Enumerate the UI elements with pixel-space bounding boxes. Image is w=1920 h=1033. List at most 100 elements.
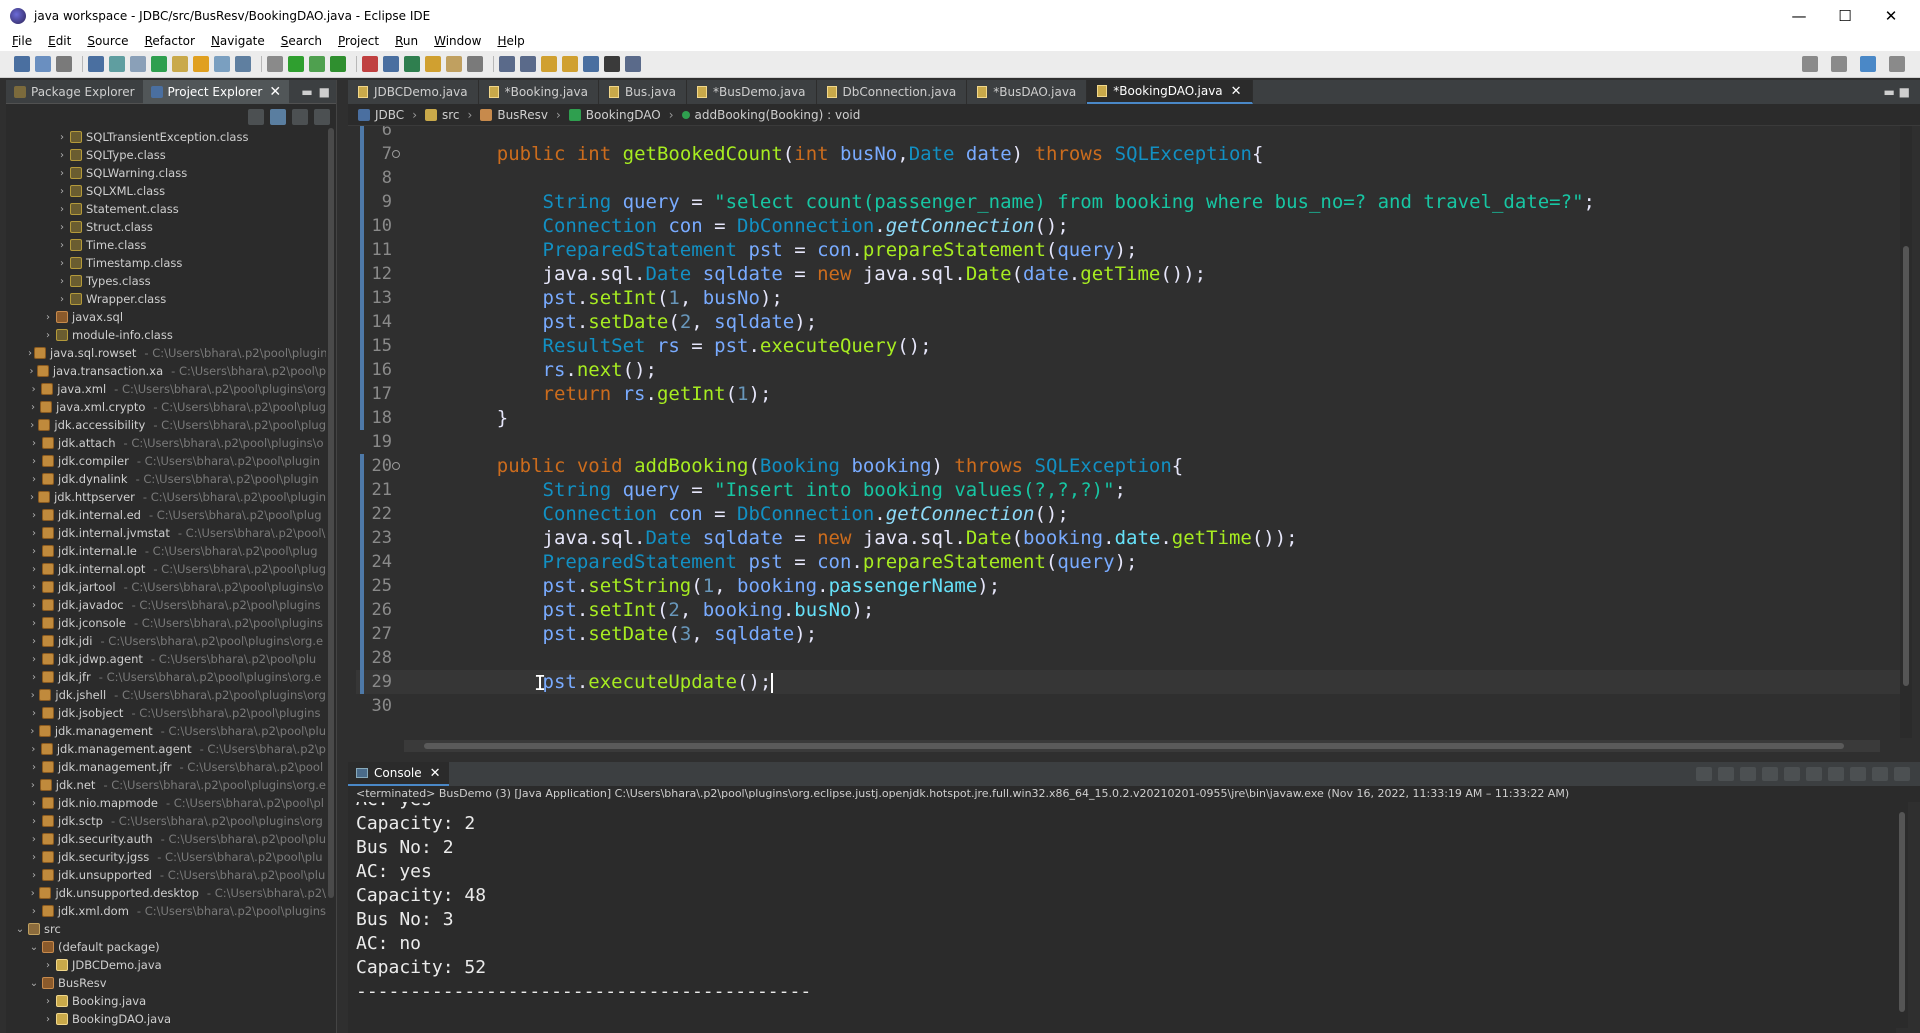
scroll-thumb[interactable]: [1899, 812, 1905, 1012]
collapsed-arrow-icon[interactable]: ›: [28, 348, 32, 359]
tree-item[interactable]: › jdk.jconsole - C:\Users\bhara\.p2\pool\p…: [6, 614, 326, 632]
breadcrumb-item[interactable]: BookingDAO: [568, 108, 661, 122]
menu-run[interactable]: Run: [387, 34, 426, 48]
collapsed-arrow-icon[interactable]: ›: [56, 294, 68, 305]
maximize-button[interactable]: ☐: [1822, 0, 1868, 31]
tree-item[interactable]: › jdk.unsupported - C:\Users\bhara\.p2\poo…: [6, 866, 326, 884]
collapsed-arrow-icon[interactable]: ›: [42, 996, 54, 1007]
tab-project-explorer[interactable]: Project Explorer ✕: [142, 79, 290, 104]
search-icon[interactable]: [467, 56, 483, 72]
menu-project[interactable]: Project: [330, 34, 387, 48]
breadcrumb-item[interactable]: src: [425, 108, 460, 122]
coverage-icon[interactable]: [330, 56, 346, 72]
menu-file[interactable]: File: [4, 34, 40, 48]
new-class-icon[interactable]: [425, 56, 441, 72]
pin-console-icon[interactable]: [1850, 767, 1866, 781]
tree-item[interactable]: › jdk.jsobject - C:\Users\bhara\.p2\pool\p…: [6, 704, 326, 722]
collapsed-arrow-icon[interactable]: ›: [56, 222, 68, 233]
annotation-next-icon[interactable]: [499, 56, 515, 72]
editor-tab[interactable]: JDBCDemo.java: [348, 80, 479, 104]
maximize-view-icon[interactable]: ■: [319, 85, 330, 99]
tree-item[interactable]: › jdk.nio.mapmode - C:\Users\bhara\.p2\poo…: [6, 794, 326, 812]
close-window-button[interactable]: ✕: [1868, 0, 1914, 31]
tree-item[interactable]: › java.transaction.xa - C:\Users\bhara\.p2…: [6, 362, 326, 380]
last-edit-icon[interactable]: [541, 56, 557, 72]
tree-item[interactable]: › java.xml.crypto - C:\Users\bhara\.p2\poo…: [6, 398, 326, 416]
fold-toggle-icon[interactable]: [392, 150, 400, 158]
collapsed-arrow-icon[interactable]: ›: [28, 636, 40, 647]
tree-item[interactable]: › jdk.unsupported.desktop - C:\Users\bhara…: [6, 884, 326, 902]
toggle-mark-icon[interactable]: [130, 56, 146, 72]
save-all-icon[interactable]: [56, 56, 72, 72]
menu-window[interactable]: Window: [426, 34, 489, 48]
editor-tab[interactable]: DbConnection.java: [817, 80, 968, 104]
tree-item[interactable]: › jdk.jdwp.agent - C:\Users\bhara\.p2\pool…: [6, 650, 326, 668]
debug-perspective-icon[interactable]: [1889, 56, 1905, 72]
console-output[interactable]: AC: yesCapacity: 2Bus No: 2AC: yesCapaci…: [348, 802, 1896, 1033]
collapsed-arrow-icon[interactable]: ›: [28, 438, 40, 449]
editor-vertical-scrollbar[interactable]: [1900, 126, 1912, 738]
tree-item[interactable]: › jdk.jartool - C:\Users\bhara\.p2\pool\pl…: [6, 578, 326, 596]
collapsed-arrow-icon[interactable]: ›: [42, 960, 54, 971]
close-icon[interactable]: ✕: [269, 84, 281, 100]
tree-item[interactable]: › Types.class: [6, 272, 326, 290]
scroll-thumb[interactable]: [424, 743, 1844, 749]
collapsed-arrow-icon[interactable]: ›: [56, 240, 68, 251]
breadcrumb-item[interactable]: BusResv: [480, 108, 548, 122]
code-editor[interactable]: 5public class BookingDAO {67 public int …: [356, 126, 1902, 738]
tree-item[interactable]: › jdk.sctp - C:\Users\bhara\.p2\pool\plugi…: [6, 812, 326, 830]
collapsed-arrow-icon[interactable]: ›: [28, 852, 40, 863]
collapsed-arrow-icon[interactable]: ›: [56, 276, 68, 287]
minimize-button[interactable]: —: [1776, 0, 1822, 31]
tree-item[interactable]: › jdk.net - C:\Users\bhara\.p2\pool\plugin…: [6, 776, 326, 794]
collapsed-arrow-icon[interactable]: ›: [56, 150, 68, 161]
breadcrumb-item[interactable]: addBooking(Booking) : void: [681, 108, 860, 122]
collapsed-arrow-icon[interactable]: ›: [28, 456, 40, 467]
tree-item[interactable]: › jdk.attach - C:\Users\bhara\.p2\pool\plu…: [6, 434, 326, 452]
show-stdout-icon[interactable]: [1806, 767, 1822, 781]
pin-icon[interactable]: [109, 56, 125, 72]
run-icon[interactable]: [309, 56, 325, 72]
new-java-project-icon[interactable]: [383, 56, 399, 72]
tree-item[interactable]: › JDBCDemo.java: [6, 956, 326, 974]
console-scrollbar[interactable]: [1896, 802, 1908, 1028]
tree-item[interactable]: › Struct.class: [6, 218, 326, 236]
tree-item[interactable]: › jdk.accessibility - C:\Users\bhara\.p2\p…: [6, 416, 326, 434]
collapsed-arrow-icon[interactable]: ›: [28, 870, 40, 881]
tree-item[interactable]: › jdk.security.jgss - C:\Users\bhara\.p2\p…: [6, 848, 326, 866]
tree-scrollbar[interactable]: [328, 128, 334, 898]
collapsed-arrow-icon[interactable]: ›: [28, 744, 39, 755]
tree-item[interactable]: › jdk.internal.le - C:\Users\bhara\.p2\poo…: [6, 542, 326, 560]
tree-item[interactable]: › jdk.management - C:\Users\bhara\.p2\pool…: [6, 722, 326, 740]
tree-item[interactable]: › Timestamp.class: [6, 254, 326, 272]
remove-all-icon[interactable]: [1740, 767, 1756, 781]
close-icon[interactable]: ✕: [1231, 84, 1242, 99]
tree-item[interactable]: › java.sql.rowset - C:\Users\bhara\.p2\poo…: [6, 344, 326, 362]
collapsed-arrow-icon[interactable]: ›: [28, 600, 40, 611]
show-ws-icon[interactable]: [235, 56, 251, 72]
menu-source[interactable]: Source: [79, 34, 136, 48]
collapsed-arrow-icon[interactable]: ›: [28, 546, 40, 557]
menu-help[interactable]: Help: [489, 34, 532, 48]
tree-item[interactable]: › jdk.internal.opt - C:\Users\bhara\.p2\po…: [6, 560, 326, 578]
tree-item[interactable]: › jdk.management.agent - C:\Users\bhara\.p…: [6, 740, 326, 758]
quick-access-search-icon[interactable]: [1802, 56, 1818, 72]
tree-item[interactable]: › BookingDAO.java: [6, 1010, 326, 1028]
editor-horizontal-scrollbar[interactable]: [404, 740, 1880, 752]
annotation-prev-icon[interactable]: [520, 56, 536, 72]
editor-tab[interactable]: *BusDemo.java: [687, 80, 817, 104]
java-perspective-icon[interactable]: [1860, 56, 1876, 72]
collapsed-arrow-icon[interactable]: ›: [28, 420, 36, 431]
collapsed-arrow-icon[interactable]: ›: [56, 258, 68, 269]
tree-item[interactable]: ⌄ src: [6, 920, 326, 938]
tree-item[interactable]: › Wrapper.class: [6, 290, 326, 308]
editor-tab[interactable]: *Booking.java: [479, 80, 599, 104]
pin-editor-icon[interactable]: [604, 56, 620, 72]
collapsed-arrow-icon[interactable]: ›: [56, 168, 68, 179]
tree-item[interactable]: › SQLWarning.class: [6, 164, 326, 182]
tree-item[interactable]: › java.xml - C:\Users\bhara\.p2\pool\plugi…: [6, 380, 326, 398]
collapsed-arrow-icon[interactable]: ›: [28, 402, 38, 413]
back-icon[interactable]: [562, 56, 578, 72]
tree-item[interactable]: › Statement.class: [6, 200, 326, 218]
menu-edit[interactable]: Edit: [40, 34, 79, 48]
